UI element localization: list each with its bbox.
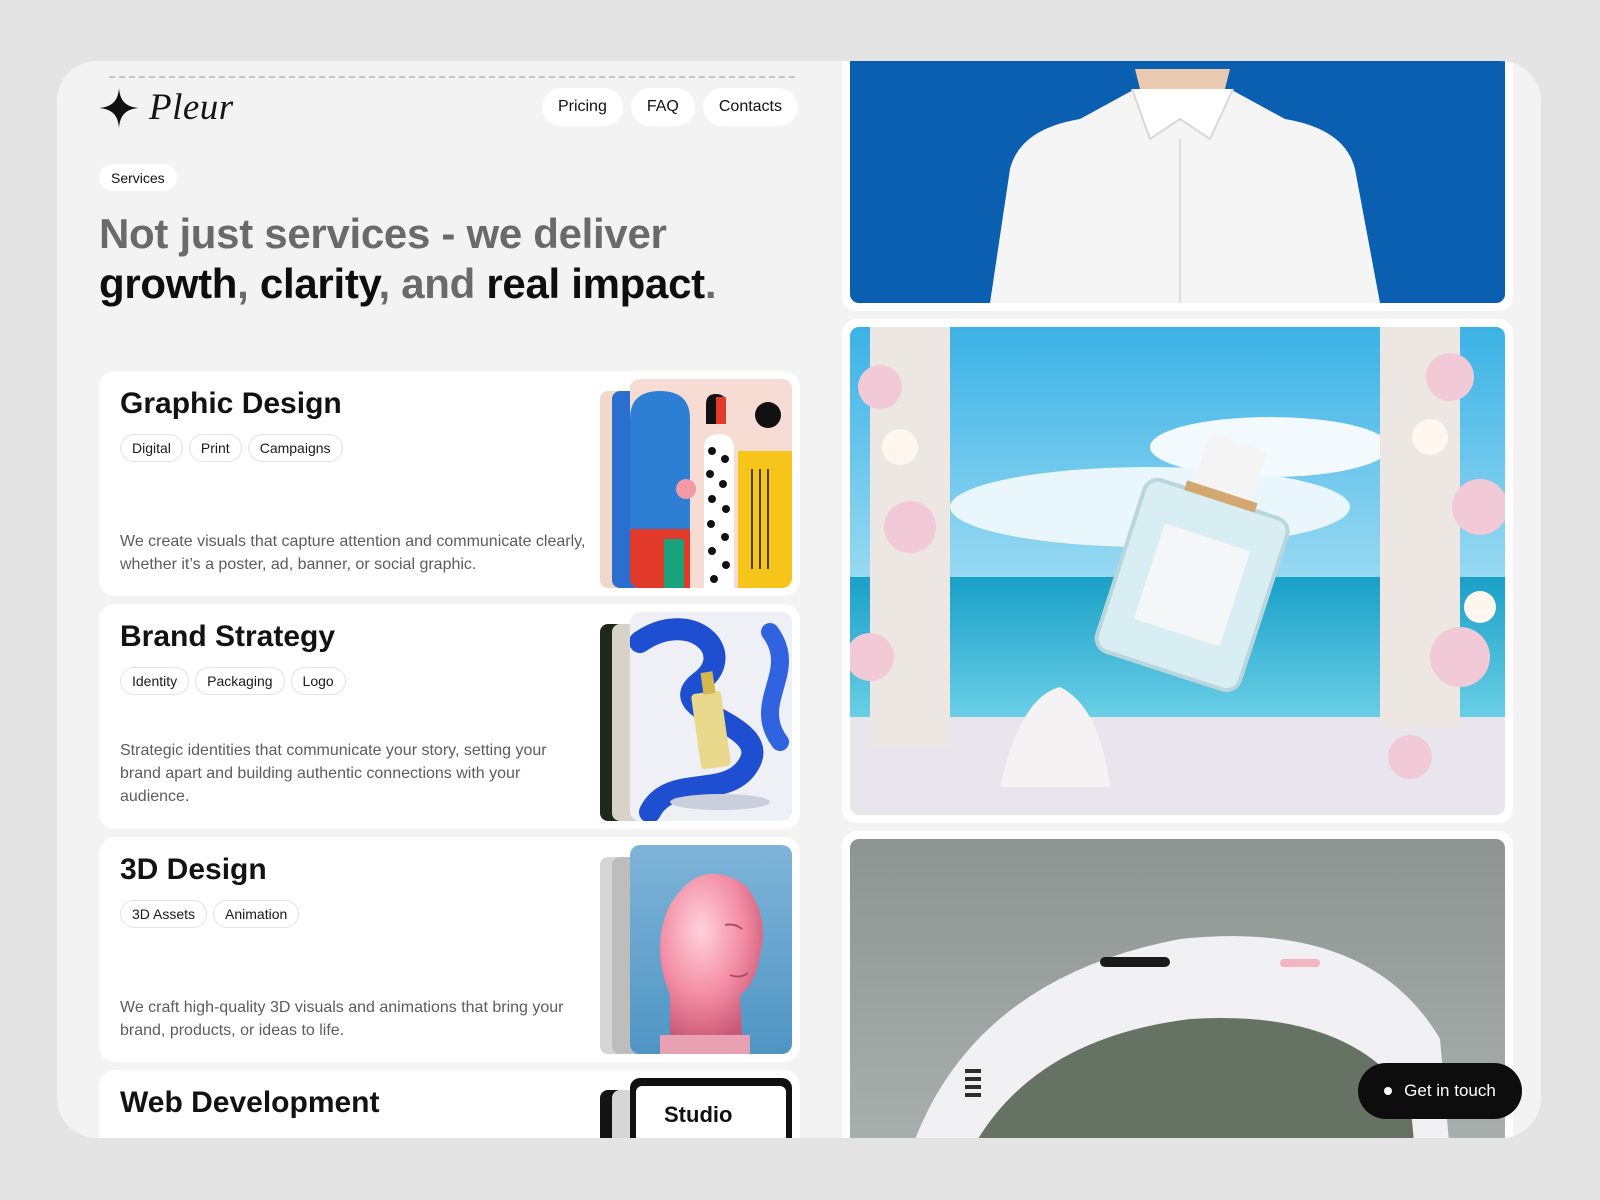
tag-logo[interactable]: Logo [290, 667, 346, 695]
service-card-graphic-design[interactable]: Graphic Design Digital Print Campaigns W… [99, 371, 800, 596]
brand-name: Pleur [149, 87, 234, 128]
headline-period: . [704, 260, 717, 307]
get-in-touch-label: Get in touch [1404, 1081, 1496, 1100]
headline-impact: real impact [486, 260, 705, 307]
gallery-image-shirt [842, 61, 1513, 311]
page-headline: Not just services - we deliver growth, c… [99, 209, 799, 309]
nav-contacts[interactable]: Contacts [702, 88, 798, 126]
web-development-artwork: Studio [630, 1078, 792, 1138]
service-description: We craft high-quality 3D visuals and ani… [120, 999, 564, 1039]
brand-strategy-artwork [630, 612, 792, 821]
brand-logo[interactable]: Pleur [99, 86, 234, 129]
tag-animation[interactable]: Animation [213, 900, 300, 928]
service-thumbnail: Studio [600, 1078, 792, 1138]
service-description: We create visuals that capture attention… [120, 533, 586, 573]
service-card-brand-strategy[interactable]: Brand Strategy Identity Packaging Logo S… [99, 604, 800, 829]
page-frame: Pleur Pricing FAQ Contacts Services Not … [57, 61, 1541, 1138]
service-tags: Digital Print Campaigns [120, 434, 343, 462]
tag-3d-assets[interactable]: 3D Assets [120, 900, 208, 928]
service-title: Brand Strategy [120, 620, 336, 653]
headline-part1: Not just services - we deliver [99, 210, 667, 257]
headline-comma-2: , [378, 260, 390, 307]
dot-icon [1384, 1087, 1393, 1095]
nav-pricing[interactable]: Pricing [541, 88, 623, 126]
service-tags: 3D Assets Animation [120, 900, 300, 928]
service-title: Web Development [120, 1086, 380, 1119]
headline-growth: growth [99, 260, 238, 307]
service-title: 3D Design [120, 853, 267, 886]
headline-comma-1: , [237, 260, 249, 307]
get-in-touch-button[interactable]: Get in touch [1358, 1063, 1522, 1119]
service-thumbnail [600, 612, 792, 821]
service-thumbnail [600, 845, 792, 1054]
tag-campaigns[interactable]: Campaigns [247, 434, 343, 462]
top-nav: Pricing FAQ Contacts [541, 88, 798, 126]
thumb-studio-text: Studio [664, 1102, 733, 1127]
service-card-web-development[interactable]: Web Development Studio [99, 1070, 800, 1138]
dashed-divider [109, 76, 795, 78]
service-title: Graphic Design [120, 387, 342, 420]
sparkle-star-icon [99, 87, 139, 128]
headline-and: and [401, 260, 475, 307]
graphic-design-artwork [630, 379, 792, 588]
section-badge: Services [99, 164, 177, 191]
service-description: Strategic identities that communicate yo… [120, 742, 547, 805]
headline-clarity: clarity [259, 260, 379, 307]
tag-packaging[interactable]: Packaging [195, 667, 285, 695]
service-thumbnail [600, 379, 792, 588]
service-card-3d-design[interactable]: 3D Design 3D Assets Animation We craft h… [99, 837, 800, 1062]
tag-digital[interactable]: Digital [120, 434, 183, 462]
tag-identity[interactable]: Identity [120, 667, 190, 695]
nav-faq[interactable]: FAQ [630, 88, 695, 126]
gallery-image-perfume [842, 319, 1513, 823]
3d-head-artwork [630, 845, 792, 1054]
service-tags: Identity Packaging Logo [120, 667, 346, 695]
tag-print[interactable]: Print [188, 434, 242, 462]
